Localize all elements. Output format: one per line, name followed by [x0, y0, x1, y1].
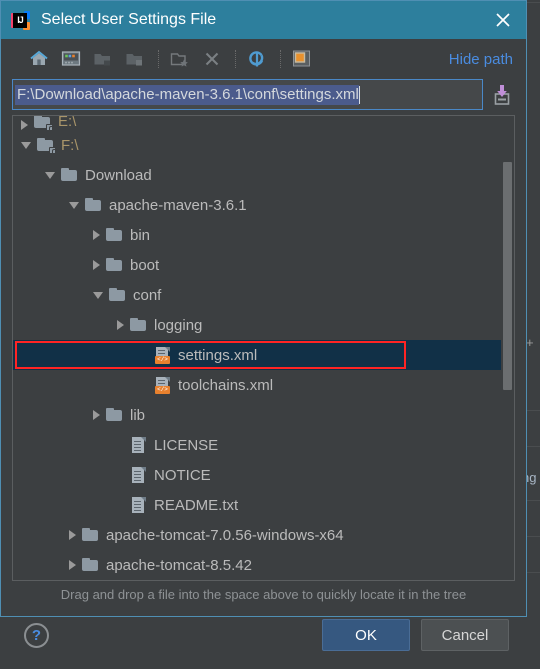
- dialog-footer: ? OK Cancel: [1, 607, 526, 669]
- tree-row[interactable]: E:\: [13, 116, 501, 130]
- tree-row-label: boot: [130, 257, 159, 274]
- chevron-right-icon[interactable]: [69, 560, 76, 570]
- chevron-right-icon[interactable]: [69, 530, 76, 540]
- folder-icon: [82, 527, 100, 543]
- tree-row[interactable]: </> settings.xml: [13, 340, 501, 370]
- dialog-title-bar: IJ Select User Settings File: [1, 1, 526, 39]
- tree-row-label: logging: [154, 317, 202, 334]
- folder-icon: [82, 557, 100, 573]
- tree-row-label: bin: [130, 227, 150, 244]
- tree-row[interactable]: README.txt: [13, 490, 501, 520]
- tree-row-label: E:\: [58, 116, 76, 130]
- home-icon[interactable]: [24, 45, 54, 73]
- show-hidden-icon[interactable]: [287, 45, 317, 73]
- tree-row-label: toolchains.xml: [178, 377, 273, 394]
- dialog-title: Select User Settings File: [41, 11, 216, 29]
- tree-row-label: F:\: [61, 137, 79, 154]
- paste-path-icon[interactable]: [489, 80, 515, 110]
- folder-icon: [106, 257, 124, 273]
- file-chooser-toolbar: Hide path: [12, 39, 515, 79]
- tree-row[interactable]: Download: [13, 160, 501, 190]
- chevron-down-icon[interactable]: [69, 202, 79, 209]
- folder-icon: [61, 167, 79, 183]
- chevron-down-icon[interactable]: [93, 292, 103, 299]
- tree-row[interactable]: LICENSE: [13, 430, 501, 460]
- cancel-button[interactable]: Cancel: [421, 619, 509, 651]
- app-icon-letters: IJ: [13, 13, 27, 28]
- chevron-right-icon[interactable]: [93, 230, 100, 240]
- tree-scrollbar-thumb[interactable]: [503, 162, 512, 389]
- text-file-icon: [130, 467, 148, 483]
- toolbar-separator: [235, 50, 236, 68]
- text-file-icon: [130, 497, 148, 513]
- chevron-right-icon[interactable]: [93, 260, 100, 270]
- tree-row[interactable]: boot: [13, 250, 501, 280]
- text-caret: [359, 86, 360, 104]
- folder-icon: [130, 317, 148, 333]
- xml-file-icon: </>: [154, 347, 172, 363]
- dialog-body: Hide path F:\Download\apache-maven-3.6.1…: [1, 39, 526, 607]
- hide-path-link[interactable]: Hide path: [449, 51, 513, 68]
- chevron-down-icon[interactable]: [21, 142, 31, 149]
- file-tree-panel: E:\ F:\ Download apache-maven-3.6.1 bin boot c…: [12, 115, 515, 581]
- tree-row-label: LICENSE: [154, 437, 218, 454]
- tree-scrollbar[interactable]: [501, 116, 514, 580]
- drive-folder-icon: [34, 116, 52, 130]
- text-file-icon: [130, 437, 148, 453]
- help-icon[interactable]: ?: [24, 623, 49, 648]
- toolbar-separator: [280, 50, 281, 68]
- desktop-icon[interactable]: [56, 45, 86, 73]
- tree-row-label: settings.xml: [178, 347, 257, 364]
- path-field-row: F:\Download\apache-maven-3.6.1\conf\sett…: [12, 79, 515, 110]
- toolbar-separator: [158, 50, 159, 68]
- path-input[interactable]: F:\Download\apache-maven-3.6.1\conf\sett…: [12, 79, 483, 110]
- folder-icon: [85, 197, 103, 213]
- tree-row-label: conf: [133, 287, 161, 304]
- chevron-right-icon[interactable]: [21, 120, 28, 130]
- tree-row-label: apache-tomcat-8.5.42: [106, 557, 252, 574]
- select-user-settings-file-dialog: IJ Select User Settings File: [0, 0, 527, 617]
- background-plus-icon: +: [526, 338, 535, 347]
- close-icon[interactable]: [490, 7, 516, 33]
- folder-icon: [109, 287, 127, 303]
- tree-row[interactable]: NOTICE: [13, 460, 501, 490]
- tree-row-label: apache-tomcat-7.0.56-windows-x64: [106, 527, 344, 544]
- chevron-down-icon[interactable]: [45, 172, 55, 179]
- path-input-value: F:\Download\apache-maven-3.6.1\conf\sett…: [15, 85, 359, 105]
- chevron-right-icon[interactable]: [93, 410, 100, 420]
- tree-row[interactable]: apache-tomcat-7.0.56-windows-x64: [13, 520, 501, 550]
- tree-row[interactable]: conf: [13, 280, 501, 310]
- footer-actions: OK Cancel: [322, 619, 509, 651]
- intellij-idea-icon: IJ: [11, 11, 30, 30]
- new-folder-icon[interactable]: [165, 45, 195, 73]
- drive-folder-icon: [37, 137, 55, 153]
- delete-icon[interactable]: [197, 45, 227, 73]
- project-folder-icon[interactable]: [120, 45, 150, 73]
- tree-row-label: lib: [130, 407, 145, 424]
- folder-icon: [106, 227, 124, 243]
- tree-row[interactable]: logging: [13, 310, 501, 340]
- tree-row[interactable]: lib: [13, 400, 501, 430]
- tree-row-label: README.txt: [154, 497, 238, 514]
- tree-row[interactable]: F:\: [13, 130, 501, 160]
- tree-row[interactable]: bin: [13, 220, 501, 250]
- ok-button[interactable]: OK: [322, 619, 410, 651]
- tree-row-label: apache-maven-3.6.1: [109, 197, 247, 214]
- xml-file-icon: </>: [154, 377, 172, 393]
- file-tree[interactable]: E:\ F:\ Download apache-maven-3.6.1 bin boot c…: [13, 116, 501, 580]
- folder-up-icon[interactable]: [88, 45, 118, 73]
- folder-icon: [106, 407, 124, 423]
- tree-row[interactable]: </> toolchains.xml: [13, 370, 501, 400]
- chevron-right-icon[interactable]: [117, 320, 124, 330]
- drag-drop-hint: Drag and drop a file into the space abov…: [12, 581, 515, 607]
- tree-row[interactable]: apache-maven-3.6.1: [13, 190, 501, 220]
- refresh-icon[interactable]: [242, 45, 272, 73]
- tree-row-label: NOTICE: [154, 467, 211, 484]
- tree-row-label: Download: [85, 167, 152, 184]
- tree-row[interactable]: apache-tomcat-8.5.42: [13, 550, 501, 580]
